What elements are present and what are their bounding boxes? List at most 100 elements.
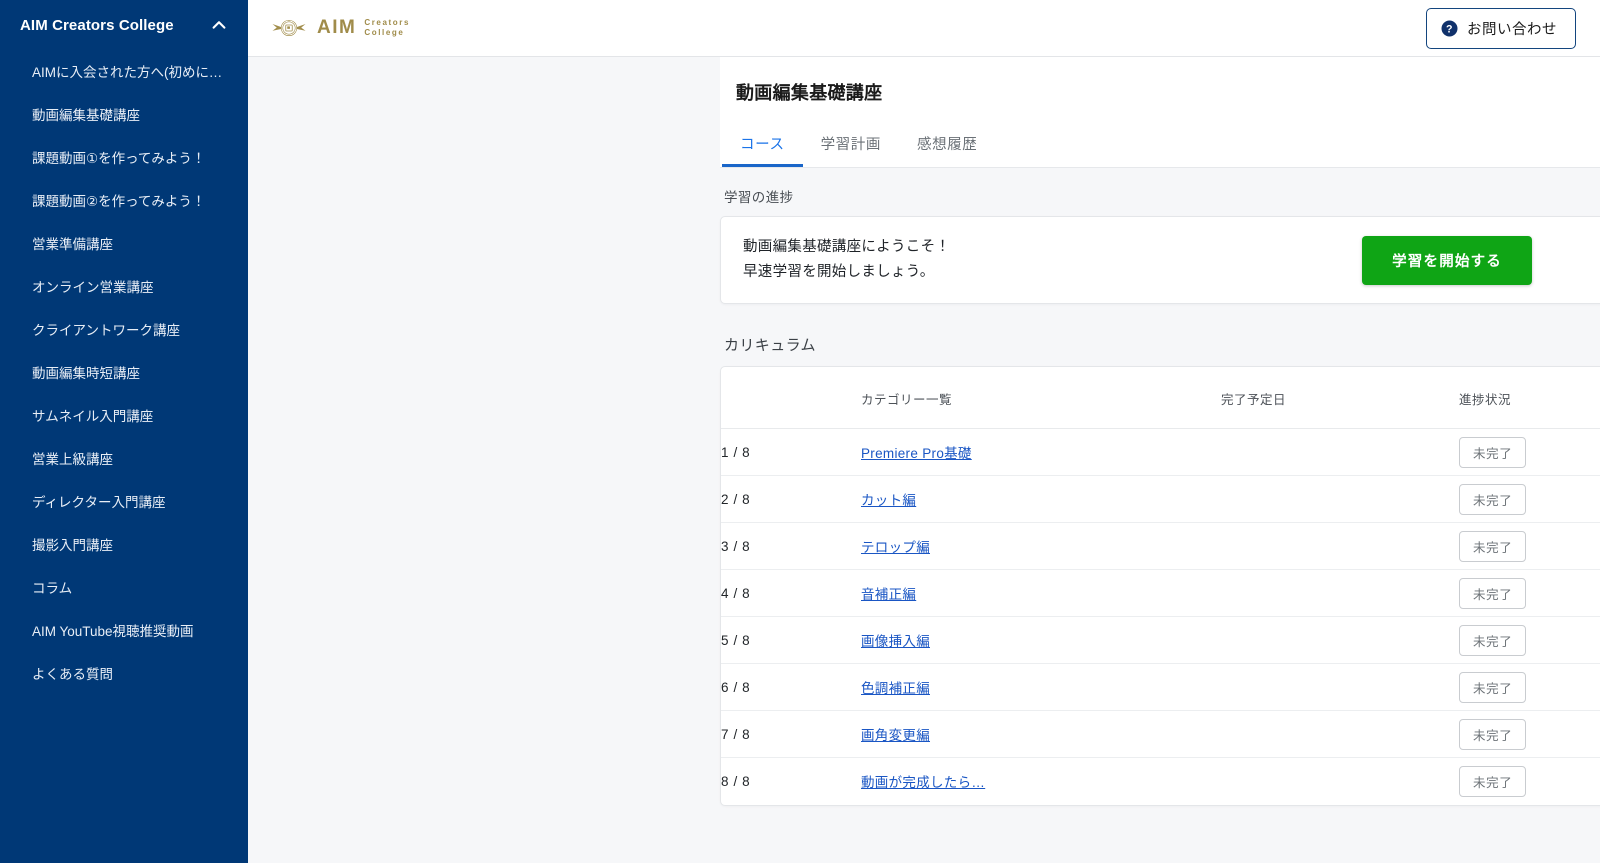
sidebar-item-5[interactable]: オンライン営業講座 xyxy=(0,267,248,310)
topbar: AIM Creators College ? お問い合わせ xyxy=(248,0,1600,57)
table-row: 5 / 8 画像挿入編 未完了 xyxy=(721,616,1600,664)
status-badge[interactable]: 未完了 xyxy=(1459,671,1527,703)
sidebar-item-1[interactable]: 動画編集基礎講座 xyxy=(0,95,248,138)
category-link[interactable]: 画像挿入編 xyxy=(861,634,930,649)
status-badge[interactable]: 未完了 xyxy=(1459,436,1527,468)
contact-button[interactable]: ? お問い合わせ xyxy=(1426,7,1576,49)
row-index: 5 / 8 xyxy=(721,616,861,664)
tab-bar: コース 学習計画 感想履歴 xyxy=(720,127,1600,167)
sidebar-item-0[interactable]: AIMに入会された方へ(初めにご… xyxy=(0,52,248,95)
row-due-date xyxy=(1221,428,1459,476)
progress-section-label: 学習の進捗 xyxy=(724,190,794,205)
sidebar-item-10[interactable]: ディレクター入門講座 xyxy=(0,482,248,525)
welcome-line-1: 動画編集基礎講座にようこそ！ xyxy=(743,239,951,255)
contact-button-label: お問い合わせ xyxy=(1467,21,1557,38)
svg-text:?: ? xyxy=(1446,23,1453,35)
sidebar-item-4[interactable]: 営業準備講座 xyxy=(0,224,248,267)
row-index: 4 / 8 xyxy=(721,569,861,617)
row-category: 音補正編 xyxy=(861,569,1221,617)
table-row: 4 / 8 音補正編 未完了 xyxy=(721,569,1600,617)
content-area: 動画編集基礎講座 コース 学習計画 感想履歴 学習の進捗 動画編集基礎講座によう… xyxy=(248,57,1600,863)
category-link[interactable]: 色調補正編 xyxy=(861,681,930,696)
header-index xyxy=(721,367,861,429)
welcome-line-2: 早速学習を開始しましょう。 xyxy=(743,264,935,280)
category-link[interactable]: Premiere Pro基礎 xyxy=(861,446,972,461)
sidebar-item-7[interactable]: 動画編集時短講座 xyxy=(0,353,248,396)
row-index: 6 / 8 xyxy=(721,663,861,711)
row-status: 未完了 xyxy=(1459,616,1600,664)
sidebar-item-3[interactable]: 課題動画②を作ってみよう！ xyxy=(0,181,248,224)
category-link[interactable]: テロップ編 xyxy=(861,540,930,555)
tab-panel-course: 学習の進捗 動画編集基礎講座にようこそ！ 早速学習を開始しましょう。 学習を開始… xyxy=(720,168,1600,806)
brand-subtext-line1: Creators xyxy=(364,17,411,27)
category-link[interactable]: カット編 xyxy=(861,493,916,508)
status-badge[interactable]: 未完了 xyxy=(1459,530,1527,562)
row-index: 8 / 8 xyxy=(721,773,751,789)
aim-crest-icon xyxy=(270,11,308,45)
sidebar-item-11[interactable]: 撮影入門講座 xyxy=(0,525,248,568)
row-category: 色調補正編 xyxy=(861,663,1221,711)
row-category: 画像挿入編 xyxy=(861,616,1221,664)
header-status: 進捗状況 xyxy=(1459,367,1600,429)
status-badge[interactable]: 未完了 xyxy=(1459,577,1527,609)
tab-course[interactable]: コース xyxy=(722,133,803,167)
table-row: 8 / 8 動画が完成したら… 未完了 xyxy=(721,758,1600,805)
tab-study-plan[interactable]: 学習計画 xyxy=(803,133,899,167)
row-index: 7 / 8 xyxy=(721,710,861,758)
brand-logo[interactable]: AIM Creators College xyxy=(270,11,410,45)
sidebar-item-12[interactable]: コラム xyxy=(0,568,248,611)
row-status: 未完了 xyxy=(1459,522,1600,570)
row-due-date xyxy=(1221,758,1459,805)
row-category: 動画が完成したら… xyxy=(861,758,1221,805)
category-link[interactable]: 音補正編 xyxy=(861,587,916,602)
status-badge[interactable]: 未完了 xyxy=(1459,718,1527,750)
status-badge[interactable]: 未完了 xyxy=(1459,624,1527,656)
header-due-date: 完了予定日 xyxy=(1221,367,1459,429)
row-category: テロップ編 xyxy=(861,522,1221,570)
row-category: カット編 xyxy=(861,475,1221,523)
row-index: 3 / 8 xyxy=(721,522,861,570)
row-status: 未完了 xyxy=(1459,663,1600,711)
curriculum-table-card: カテゴリー一覧 完了予定日 進捗状況 1 / 8 Premiere Pro基礎 xyxy=(720,366,1600,806)
table-row: 1 / 8 Premiere Pro基礎 未完了 xyxy=(721,428,1600,476)
page-header-card: 動画編集基礎講座 コース 学習計画 感想履歴 xyxy=(720,57,1600,168)
sidebar-nav: AIMに入会された方へ(初めにご… 動画編集基礎講座 課題動画①を作ってみよう！… xyxy=(0,48,248,697)
table-row: 3 / 8 テロップ編 未完了 xyxy=(721,522,1600,570)
status-badge[interactable]: 未完了 xyxy=(1459,765,1527,797)
tab-review-log[interactable]: 感想履歴 xyxy=(899,133,995,167)
question-circle-icon: ? xyxy=(1441,20,1458,37)
sidebar-item-13[interactable]: AIM YouTube視聴推奨動画 xyxy=(0,611,248,654)
table-body: 1 / 8 Premiere Pro基礎 未完了 2 / 8 カット編 未完了 … xyxy=(721,428,1600,805)
sidebar-header[interactable]: AIM Creators College xyxy=(0,0,248,48)
welcome-text: 動画編集基礎講座にようこそ！ 早速学習を開始しましょう。 xyxy=(743,235,950,285)
row-due-date xyxy=(1221,616,1459,664)
row-category: Premiere Pro基礎 xyxy=(861,428,1221,476)
row-due-date xyxy=(1221,569,1459,617)
sidebar-item-6[interactable]: クライアントワーク講座 xyxy=(0,310,248,353)
brand-subtext-line2: College xyxy=(364,28,405,37)
start-learning-button[interactable]: 学習を開始する xyxy=(1362,235,1532,285)
sidebar-item-2[interactable]: 課題動画①を作ってみよう！ xyxy=(0,138,248,181)
category-link[interactable]: 動画が完成したら… xyxy=(861,775,985,790)
page-title: 動画編集基礎講座 xyxy=(736,83,883,103)
sidebar: AIM Creators College AIMに入会された方へ(初めにご… 動… xyxy=(0,0,248,863)
curriculum-table: カテゴリー一覧 完了予定日 進捗状況 1 / 8 Premiere Pro基礎 xyxy=(721,367,1600,805)
status-badge[interactable]: 未完了 xyxy=(1459,483,1527,515)
row-category: 画角変更編 xyxy=(861,710,1221,758)
table-header: カテゴリー一覧 完了予定日 進捗状況 xyxy=(721,367,1600,429)
row-due-date xyxy=(1221,710,1459,758)
category-link[interactable]: 画角変更編 xyxy=(861,728,930,743)
sidebar-item-9[interactable]: 営業上級講座 xyxy=(0,439,248,482)
row-due-date xyxy=(1221,475,1459,523)
row-status: 未完了 xyxy=(1459,710,1600,758)
table-header-row: カテゴリー一覧 完了予定日 進捗状況 xyxy=(721,367,1600,429)
table-row: 2 / 8 カット編 未完了 xyxy=(721,475,1600,523)
chevron-up-icon[interactable] xyxy=(210,16,228,34)
row-status: 未完了 xyxy=(1459,475,1600,523)
sidebar-item-8[interactable]: サムネイル入門講座 xyxy=(0,396,248,439)
row-status: 未完了 xyxy=(1459,428,1600,476)
row-due-date xyxy=(1221,663,1459,711)
brand-subtext: Creators College xyxy=(364,18,410,39)
row-due-date xyxy=(1221,522,1459,570)
sidebar-item-14[interactable]: よくある質問 xyxy=(0,654,248,697)
